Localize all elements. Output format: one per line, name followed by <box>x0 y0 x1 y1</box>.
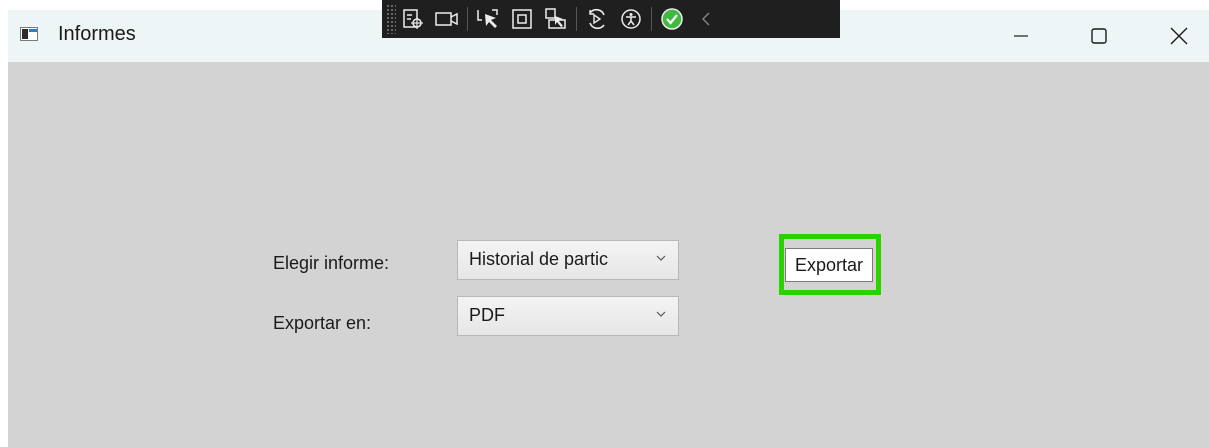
format-combobox[interactable]: PDF <box>457 296 679 336</box>
track-focus-icon <box>545 8 566 29</box>
toolbar-separator <box>576 7 577 31</box>
toolbar-separator <box>651 7 652 31</box>
live-visual-tree-icon <box>403 9 423 29</box>
chevron-down-icon <box>656 311 666 317</box>
app-icon <box>20 27 38 41</box>
track-focus-button[interactable] <box>539 0 573 38</box>
format-selected-value: PDF <box>469 305 505 325</box>
close-icon <box>1170 27 1188 45</box>
report-label: Elegir informe: <box>273 253 390 273</box>
toolbar-separator <box>467 7 468 31</box>
maximize-button[interactable] <box>1071 10 1127 62</box>
format-label: Exportar en: <box>273 313 372 333</box>
window-title: Informes <box>58 23 136 45</box>
select-element-icon <box>477 9 498 28</box>
export-button[interactable]: Exportar <box>785 248 873 282</box>
record-button[interactable] <box>430 0 464 38</box>
accessibility-checker-button[interactable] <box>614 0 648 38</box>
app-window: Informes Elegir informe: Historial de pa… <box>8 10 1209 447</box>
live-visual-tree-button[interactable] <box>396 0 430 38</box>
minimize-icon <box>1014 35 1028 37</box>
report-selected-value: Historial de partic <box>469 249 609 269</box>
binding-status-icon <box>661 8 683 30</box>
xaml-debug-toolbar <box>382 0 840 38</box>
display-layout-adorners-icon <box>512 9 532 29</box>
display-layout-adorners-button[interactable] <box>505 0 539 38</box>
hot-reload-icon <box>589 8 605 30</box>
accessibility-icon <box>621 9 641 29</box>
report-combobox[interactable]: Historial de partic <box>457 240 679 280</box>
select-element-button[interactable] <box>471 0 505 38</box>
binding-status-button[interactable] <box>655 0 689 38</box>
record-icon <box>435 12 458 26</box>
hot-reload-button[interactable] <box>580 0 614 38</box>
collapse-toolbar-button[interactable] <box>689 0 723 38</box>
toolbar-grip[interactable] <box>386 4 396 34</box>
maximize-icon <box>1091 28 1107 44</box>
chevron-down-icon <box>656 255 666 261</box>
minimize-button[interactable] <box>993 10 1049 62</box>
close-button[interactable] <box>1151 10 1207 62</box>
collapse-icon <box>702 12 710 26</box>
